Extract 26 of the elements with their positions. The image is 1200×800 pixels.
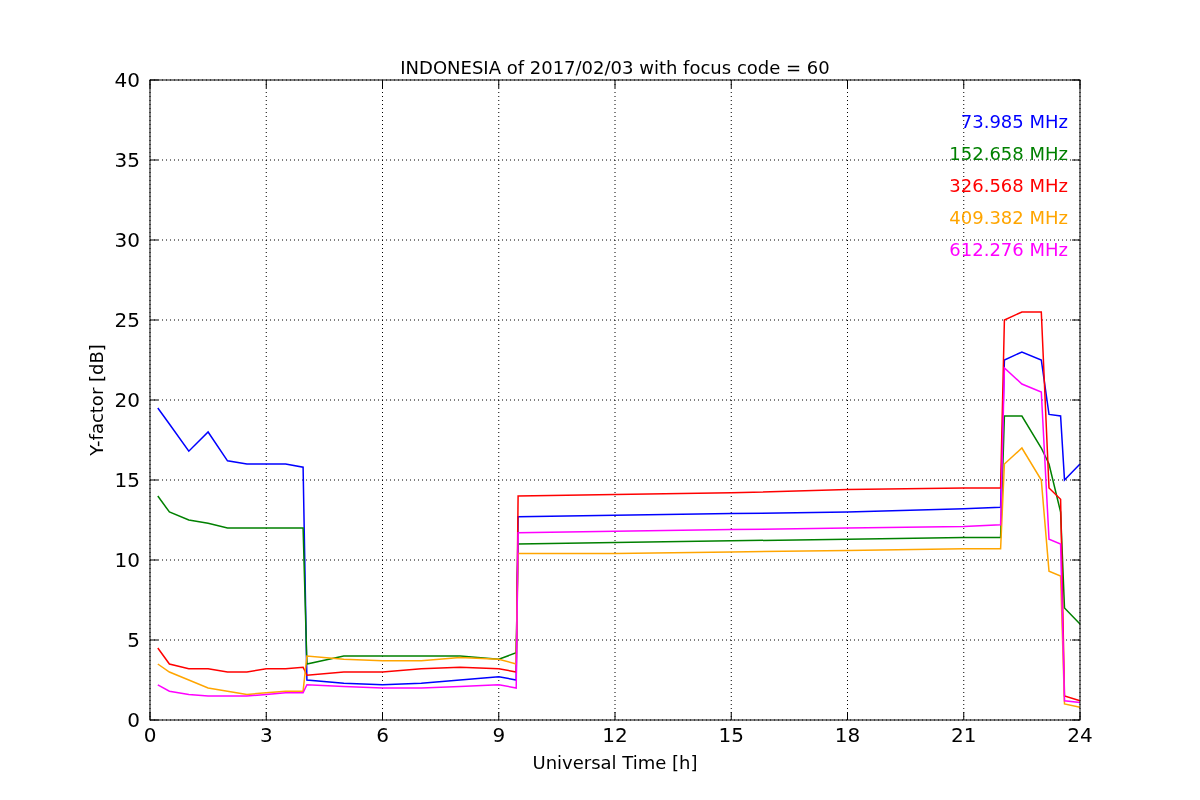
y-tick-label: 20 <box>114 388 140 412</box>
y-tick-label: 0 <box>127 708 140 732</box>
x-tick-label: 24 <box>1067 723 1093 747</box>
y-tick-label: 5 <box>127 628 140 652</box>
x-tick-label: 21 <box>951 723 977 747</box>
x-axis-label: Universal Time [h] <box>532 752 698 773</box>
x-tick-label: 6 <box>376 723 389 747</box>
x-tick-label: 9 <box>492 723 506 747</box>
x-tick-label: 15 <box>718 723 744 747</box>
y-tick-label: 10 <box>114 548 140 572</box>
legend-label: 326.568 MHz <box>949 175 1068 196</box>
x-tick-label: 0 <box>143 723 157 747</box>
y-tick-label: 35 <box>114 148 140 172</box>
chart-title: INDONESIA of 2017/02/03 with focus code = 60 <box>400 57 830 78</box>
x-tick-label: 18 <box>834 723 861 747</box>
y-tick-label: 15 <box>114 468 140 492</box>
x-tick-label: 3 <box>259 723 273 747</box>
legend-label: 612.276 MHz <box>949 239 1068 260</box>
legend-label: 152.658 MHz <box>949 143 1068 164</box>
y-axis-label: Y-factor [dB] <box>86 344 107 456</box>
y-tick-label: 40 <box>114 68 140 92</box>
legend-label: 409.382 MHz <box>949 207 1068 228</box>
x-tick-label: 12 <box>602 723 628 747</box>
y-tick-label: 30 <box>114 228 140 252</box>
legend-label: 73.985 MHz <box>960 111 1068 132</box>
y-tick-label: 25 <box>114 308 140 332</box>
